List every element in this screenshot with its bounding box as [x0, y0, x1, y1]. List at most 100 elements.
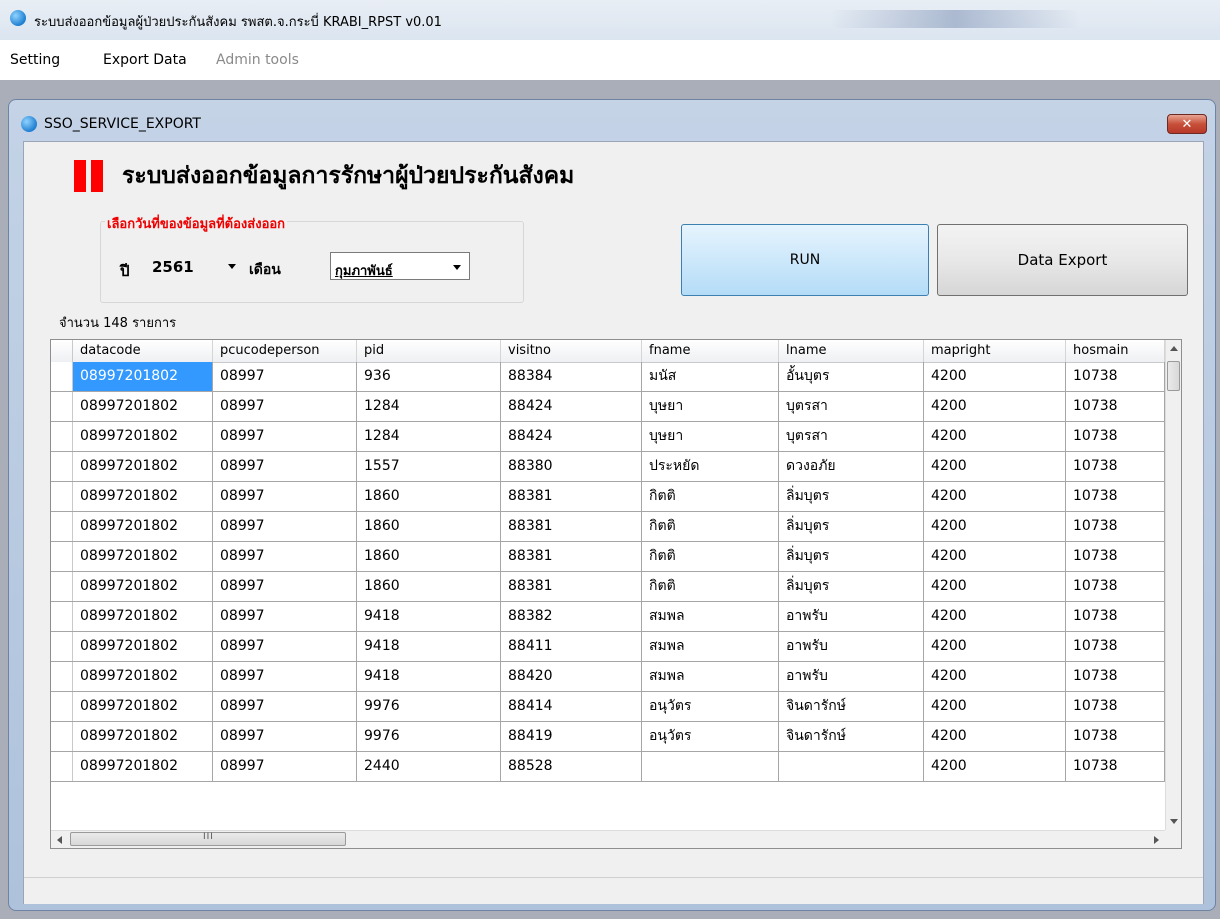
column-header[interactable]: fname — [642, 340, 779, 362]
row-header-cell[interactable] — [51, 512, 73, 541]
table-cell[interactable]: 10738 — [1066, 752, 1165, 781]
row-header-cell[interactable] — [51, 692, 73, 721]
table-cell[interactable]: 9418 — [357, 602, 501, 631]
table-cell[interactable]: 08997201802 — [73, 632, 213, 661]
table-row[interactable]: 08997201802 08997 936 88384 มนัส อั้นบุตร 4200… — [51, 362, 1165, 392]
table-cell[interactable]: 08997201802 — [73, 482, 213, 511]
table-cell[interactable]: 4200 — [924, 602, 1066, 631]
row-header-cell[interactable] — [51, 632, 73, 661]
menu-setting[interactable]: Setting — [10, 52, 60, 68]
table-cell[interactable]: สมพล — [642, 632, 779, 661]
table-cell[interactable]: 10738 — [1066, 722, 1165, 751]
table-row[interactable]: 08997201802 08997 1284 88424 บุษยา บุตรสา 4200… — [51, 392, 1165, 422]
table-cell[interactable]: 08997201802 — [73, 722, 213, 751]
table-row[interactable]: 08997201802 08997 1284 88424 บุษยา บุตรสา 4200… — [51, 422, 1165, 452]
table-cell[interactable]: 10738 — [1066, 422, 1165, 451]
table-cell[interactable]: 88381 — [501, 542, 642, 571]
table-cell[interactable]: 08997 — [213, 452, 357, 481]
table-cell[interactable]: 08997201802 — [73, 392, 213, 421]
table-cell[interactable]: กิตติ — [642, 482, 779, 511]
table-cell[interactable]: 88411 — [501, 632, 642, 661]
column-header[interactable]: datacode — [73, 340, 213, 362]
table-cell[interactable]: 10738 — [1066, 632, 1165, 661]
table-cell[interactable]: 4200 — [924, 572, 1066, 601]
row-header-cell[interactable] — [51, 572, 73, 601]
table-cell[interactable]: 1557 — [357, 452, 501, 481]
table-row[interactable]: 08997201802 08997 1860 88381 กิตติ ลิ่มบุตร 42… — [51, 542, 1165, 572]
table-cell[interactable]: 88420 — [501, 662, 642, 691]
table-cell[interactable]: 08997201802 — [73, 452, 213, 481]
table-cell[interactable]: 1284 — [357, 392, 501, 421]
column-header[interactable]: pid — [357, 340, 501, 362]
table-cell[interactable]: 10738 — [1066, 512, 1165, 541]
table-cell[interactable]: 9418 — [357, 662, 501, 691]
table-cell[interactable]: 4200 — [924, 662, 1066, 691]
table-cell[interactable]: สมพล — [642, 602, 779, 631]
table-cell[interactable]: 08997 — [213, 542, 357, 571]
data-export-button[interactable]: Data Export — [937, 224, 1188, 296]
table-cell[interactable]: 1860 — [357, 572, 501, 601]
table-cell[interactable]: 10738 — [1066, 362, 1165, 391]
table-cell[interactable]: กิตติ — [642, 572, 779, 601]
table-cell[interactable]: 88384 — [501, 362, 642, 391]
table-cell[interactable]: 4200 — [924, 452, 1066, 481]
table-cell[interactable]: 08997201802 — [73, 662, 213, 691]
table-cell[interactable]: 08997201802 — [73, 752, 213, 781]
scroll-right-arrow-icon[interactable] — [1154, 836, 1159, 844]
table-cell[interactable]: 4200 — [924, 422, 1066, 451]
row-header-cell[interactable] — [51, 422, 73, 451]
table-cell[interactable] — [779, 752, 924, 781]
table-cell[interactable]: 08997 — [213, 752, 357, 781]
column-header[interactable]: mapright — [924, 340, 1066, 362]
table-row[interactable]: 08997201802 08997 1860 88381 กิตติ ลิ่มบุตร 42… — [51, 572, 1165, 602]
table-cell[interactable]: 1860 — [357, 512, 501, 541]
table-cell[interactable]: ประหยัด — [642, 452, 779, 481]
table-cell[interactable]: 08997 — [213, 392, 357, 421]
table-cell[interactable]: ลิ่มบุตร — [779, 542, 924, 571]
table-row[interactable]: 08997201802 08997 9976 88419 อนุวัตร จินดารัก… — [51, 722, 1165, 752]
table-cell[interactable]: 08997 — [213, 662, 357, 691]
table-cell[interactable]: 08997201802 — [73, 692, 213, 721]
row-header-cell[interactable] — [51, 662, 73, 691]
table-cell[interactable]: 2440 — [357, 752, 501, 781]
row-header-cell[interactable] — [51, 542, 73, 571]
table-cell[interactable]: บุตรสา — [779, 422, 924, 451]
table-cell[interactable]: 9418 — [357, 632, 501, 661]
table-cell[interactable]: 4200 — [924, 392, 1066, 421]
table-cell[interactable]: 88381 — [501, 482, 642, 511]
table-cell[interactable]: 4200 — [924, 752, 1066, 781]
scroll-up-arrow-icon[interactable] — [1170, 346, 1178, 351]
table-cell[interactable]: ดวงอภัย — [779, 452, 924, 481]
table-cell[interactable]: 10738 — [1066, 392, 1165, 421]
table-cell[interactable]: บุษยา — [642, 422, 779, 451]
table-cell[interactable]: 08997 — [213, 572, 357, 601]
table-cell[interactable]: อั้นบุตร — [779, 362, 924, 391]
table-cell[interactable]: 10738 — [1066, 692, 1165, 721]
table-cell[interactable]: 88419 — [501, 722, 642, 751]
table-cell[interactable]: สมพล — [642, 662, 779, 691]
table-cell[interactable]: 08997201802 — [73, 422, 213, 451]
table-cell[interactable]: 88414 — [501, 692, 642, 721]
table-cell[interactable]: 08997201802 — [73, 362, 213, 391]
horizontal-scrollbar[interactable]: III — [51, 830, 1165, 848]
column-header[interactable]: hosmain — [1066, 340, 1165, 362]
table-cell[interactable]: 1284 — [357, 422, 501, 451]
table-cell[interactable]: 10738 — [1066, 572, 1165, 601]
table-cell[interactable]: 08997201802 — [73, 572, 213, 601]
horizontal-scroll-thumb[interactable]: III — [70, 832, 346, 846]
table-cell[interactable]: ลิ่มบุตร — [779, 482, 924, 511]
table-row[interactable]: 08997201802 08997 1860 88381 กิตติ ลิ่มบุตร 42… — [51, 512, 1165, 542]
table-cell[interactable]: 88380 — [501, 452, 642, 481]
table-cell[interactable]: กิตติ — [642, 512, 779, 541]
table-cell[interactable]: 10738 — [1066, 602, 1165, 631]
table-cell[interactable]: 10738 — [1066, 662, 1165, 691]
table-cell[interactable]: อาพรับ — [779, 662, 924, 691]
table-cell[interactable]: 08997 — [213, 512, 357, 541]
grid-corner-cell[interactable] — [51, 340, 73, 362]
table-cell[interactable]: 1860 — [357, 542, 501, 571]
row-header-cell[interactable] — [51, 602, 73, 631]
row-header-cell[interactable] — [51, 452, 73, 481]
table-cell[interactable]: 88528 — [501, 752, 642, 781]
table-cell[interactable]: 4200 — [924, 512, 1066, 541]
table-cell[interactable]: 08997 — [213, 362, 357, 391]
